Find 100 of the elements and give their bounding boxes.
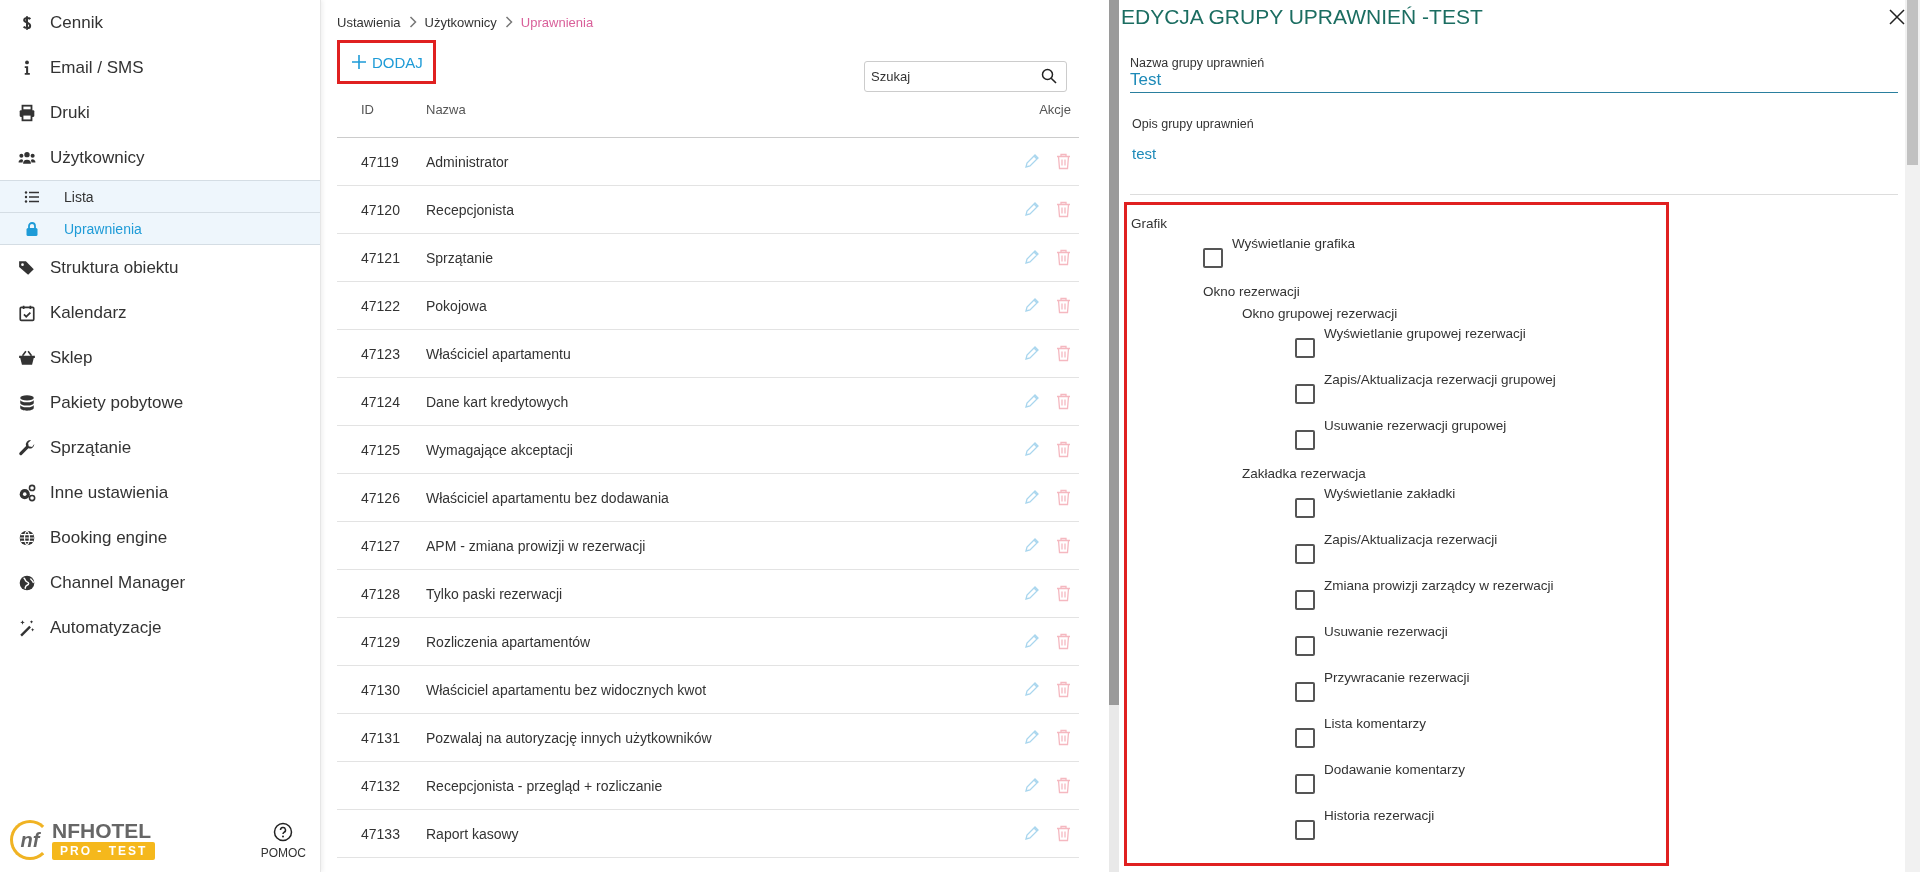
table-cell-text: 47119	[360, 153, 400, 170]
trash-icon[interactable]	[1056, 201, 1071, 218]
checkbox[interactable]	[1295, 590, 1315, 610]
table-cell-text: APM - zmiana prowizji w rezerwacji	[426, 537, 647, 554]
table-cell-text: 47132	[360, 777, 401, 794]
name-field[interactable]: Test	[1130, 70, 1898, 93]
breadcrumb-link[interactable]: Uprawnienia	[520, 14, 594, 30]
printer-icon	[18, 103, 36, 122]
sidebar-item[interactable]: Sklep	[0, 335, 320, 380]
group-label: Zakładka rezerwacja	[1242, 465, 1366, 483]
table-cell-text: 47122	[360, 297, 401, 314]
checkbox-label: Zmiana prowizji zarządcy w rezerwacji	[1324, 577, 1554, 595]
close-icon[interactable]	[1889, 9, 1905, 25]
trash-icon[interactable]	[1056, 393, 1071, 410]
checkbox[interactable]	[1295, 636, 1315, 656]
trash-icon[interactable]	[1056, 537, 1071, 554]
column-header: Akcje	[1038, 102, 1072, 117]
trash-icon[interactable]	[1056, 585, 1071, 602]
checkbox-label: Wyświetlanie grupowej rezerwacji	[1324, 325, 1526, 343]
pencil-icon[interactable]	[1024, 681, 1040, 697]
pencil-icon[interactable]	[1024, 777, 1040, 793]
sidebar-item[interactable]: Booking engine	[0, 515, 320, 560]
trash-icon[interactable]	[1056, 153, 1071, 170]
scrollbar[interactable]	[1905, 0, 1920, 872]
sidebar-item[interactable]: Sprzątanie	[0, 425, 320, 470]
checkbox-label: Wyświetlanie grafika	[1232, 235, 1355, 253]
table-cell-text: Właściciel apartamentu bez widocznych kwot	[426, 681, 708, 698]
table-cell-text: 47127	[360, 537, 401, 554]
sidebar-item[interactable]: Automatyzacje	[0, 605, 320, 650]
checkbox-label: Wyświetlanie zakładki	[1324, 485, 1456, 503]
checkbox[interactable]	[1295, 498, 1315, 518]
breadcrumb-link[interactable]: Ustawienia	[337, 14, 401, 30]
plus-icon	[352, 55, 366, 69]
help-button[interactable]: POMOC	[260, 822, 306, 860]
table-cell-text: 47123	[360, 345, 401, 362]
pencil-icon[interactable]	[1024, 441, 1040, 457]
field-label: Nazwa grupy uprawnień	[1130, 56, 1266, 70]
trash-icon[interactable]	[1056, 681, 1071, 698]
checkbox[interactable]	[1295, 774, 1315, 794]
pencil-icon[interactable]	[1024, 633, 1040, 649]
tags-icon	[18, 258, 36, 277]
earth-icon	[18, 573, 36, 592]
pencil-icon[interactable]	[1024, 153, 1040, 169]
pencil-icon[interactable]	[1024, 489, 1040, 505]
checkbox[interactable]	[1295, 338, 1315, 358]
checkbox-label: Usuwanie rezerwacji	[1324, 623, 1448, 641]
trash-icon[interactable]	[1056, 297, 1071, 314]
table-cell-text: Tylko paski rezerwacji	[426, 585, 564, 602]
sidebar-item[interactable]: Pakiety pobytowe	[0, 380, 320, 425]
sidebar-item[interactable]: Kalendarz	[0, 290, 320, 335]
checkbox[interactable]	[1295, 820, 1315, 840]
breadcrumb-link[interactable]: Użytkownicy	[424, 14, 497, 30]
trash-icon[interactable]	[1056, 825, 1071, 842]
trash-icon[interactable]	[1056, 441, 1071, 458]
pencil-icon[interactable]	[1024, 729, 1040, 745]
sidebar-item[interactable]: Druki	[0, 90, 320, 135]
search-field[interactable]: Szukaj	[864, 61, 1067, 92]
trash-icon[interactable]	[1056, 489, 1071, 506]
pencil-icon[interactable]	[1024, 201, 1040, 217]
lock-icon	[24, 220, 40, 237]
search-icon	[1041, 68, 1057, 84]
checkbox[interactable]	[1295, 430, 1315, 450]
pencil-icon[interactable]	[1024, 537, 1040, 553]
checkbox-label: Zapis/Aktualizacja rezerwacji grupowej	[1324, 371, 1556, 389]
pencil-icon[interactable]	[1024, 249, 1040, 265]
checkbox-label: Przywracanie rezerwacji	[1324, 669, 1470, 687]
pencil-icon[interactable]	[1024, 297, 1040, 313]
trash-icon[interactable]	[1056, 777, 1071, 794]
sidebar-item[interactable]: Struktura obiektu	[0, 245, 320, 290]
sidebar-item[interactable]: Użytkownicy	[0, 135, 320, 180]
checkbox[interactable]	[1295, 544, 1315, 564]
trash-icon[interactable]	[1056, 633, 1071, 650]
field-label: Opis grupy uprawnień	[1132, 117, 1255, 131]
table-cell-text: Sprzątanie	[426, 249, 494, 266]
table-cell-text: 47131	[360, 729, 401, 746]
checkbox-label: Dodawanie komentarzy	[1324, 761, 1466, 779]
table-cell-text: Rozliczenia apartamentów	[426, 633, 592, 650]
pencil-icon[interactable]	[1024, 825, 1040, 841]
pencil-icon[interactable]	[1024, 345, 1040, 361]
gears-icon	[18, 483, 36, 502]
table-cell-text: 47133	[360, 825, 401, 842]
sidebar-item[interactable]: Cennik	[0, 0, 320, 45]
chevron-right-icon	[504, 16, 513, 28]
pencil-icon[interactable]	[1024, 393, 1040, 409]
checkbox[interactable]	[1295, 728, 1315, 748]
checkbox[interactable]	[1203, 248, 1223, 268]
scrollbar[interactable]	[1109, 0, 1119, 872]
checkbox[interactable]	[1295, 682, 1315, 702]
sidebar-subitem[interactable]: Lista	[0, 180, 320, 213]
trash-icon[interactable]	[1056, 729, 1071, 746]
table-cell-text: 47124	[360, 393, 401, 410]
sidebar-item[interactable]: Email / SMS	[0, 45, 320, 90]
sidebar-item[interactable]: Channel Manager	[0, 560, 320, 605]
trash-icon[interactable]	[1056, 345, 1071, 362]
trash-icon[interactable]	[1056, 249, 1071, 266]
sidebar-item[interactable]: Inne ustawienia	[0, 470, 320, 515]
table-cell-text: Recepcjonista	[426, 201, 515, 218]
table-cell-text: 47125	[360, 441, 401, 458]
pencil-icon[interactable]	[1024, 585, 1040, 601]
checkbox[interactable]	[1295, 384, 1315, 404]
